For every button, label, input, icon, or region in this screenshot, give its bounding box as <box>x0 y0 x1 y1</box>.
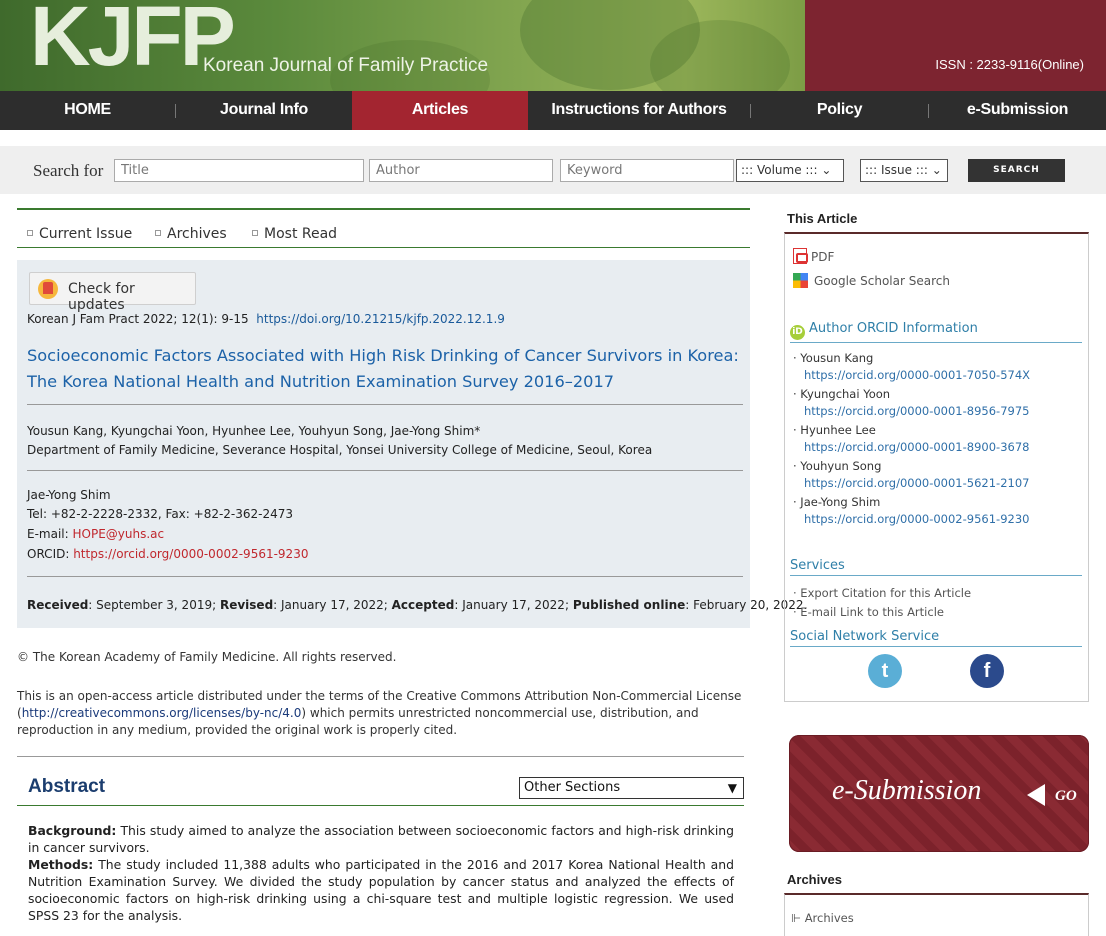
keyword-search-input[interactable] <box>560 159 734 182</box>
nav-policy[interactable]: Policy <box>751 91 928 130</box>
subnav-archives[interactable]: Archives <box>155 226 227 242</box>
orcid-author-name: · Yousun Kang <box>793 351 874 365</box>
google-scholar-icon <box>793 273 808 288</box>
article-title: Socioeconomic Factors Associated with Hi… <box>27 346 739 391</box>
license-text: This is an open-access article distribut… <box>17 689 742 737</box>
subnav-most-read[interactable]: Most Read <box>252 226 337 242</box>
chevron-down-icon: ▼ <box>727 781 737 795</box>
corresponding-orcid: ORCID: https://orcid.org/0000-0002-9561-… <box>27 547 309 561</box>
google-scholar-link[interactable]: Google Scholar Search <box>793 273 950 288</box>
check-updates-button[interactable]: Check for updates <box>29 272 196 313</box>
nav-instructions[interactable]: Instructions for Authors <box>528 91 750 130</box>
subnav-current-issue[interactable]: Current Issue <box>27 226 132 242</box>
orcid-author-link[interactable]: https://orcid.org/0000-0001-8956-7975 <box>804 404 1029 418</box>
main-nav: HOME Journal Info Articles Instructions … <box>0 91 1106 130</box>
orcid-author-name: · Kyungchai Yoon <box>793 387 891 401</box>
orcid-author-link[interactable]: https://orcid.org/0000-0001-7050-574X <box>804 368 1030 382</box>
nav-journal-info[interactable]: Journal Info <box>176 91 352 130</box>
corresponding-tel: Tel: +82-2-2228-2332, Fax: +82-2-362-247… <box>27 507 294 521</box>
nav-home[interactable]: HOME <box>0 91 175 130</box>
nav-articles[interactable]: Articles <box>352 91 528 130</box>
corresponding-name: Jae-Yong Shim <box>27 488 111 502</box>
export-citation-link[interactable]: · Export Citation for this Article <box>793 586 971 600</box>
orcid-author-name: · Jae-Yong Shim <box>793 495 881 509</box>
this-article-panel: PDF Google Scholar Search iD Author ORCID… <box>784 232 1089 702</box>
abstract-header: Abstract Other Sections ▼ <box>17 770 744 806</box>
license-link[interactable]: http://creativecommons.org/licenses/by-n… <box>22 706 302 720</box>
go-label: GO <box>1055 788 1077 804</box>
doi-link[interactable]: https://doi.org/10.21215/kjfp.2022.12.1.… <box>256 312 505 326</box>
nav-esubmission[interactable]: e-Submission <box>929 91 1106 130</box>
header-banner: KJFP Korean Journal of Family Practice I… <box>0 0 1106 91</box>
bullet-icon: ⊩ <box>791 911 805 925</box>
issue-select[interactable]: ::: Issue ::: ⌄ <box>860 159 948 182</box>
author-search-input[interactable] <box>369 159 553 182</box>
journal-name: Korean Journal of Family Practice <box>203 55 489 76</box>
services-title: Services <box>790 558 1082 576</box>
volume-select[interactable]: ::: Volume ::: ⌄ <box>736 159 844 182</box>
crossmark-icon <box>38 279 58 299</box>
abstract-body: Background: This study aimed to analyze … <box>28 823 734 923</box>
copyright-text: © The Korean Academy of Family Medicine.… <box>17 650 397 664</box>
article-affiliation: Department of Family Medicine, Severance… <box>27 443 653 457</box>
pdf-link[interactable]: PDF <box>793 248 834 264</box>
search-bar: Search for ::: Volume ::: ⌄ ::: Issue ::… <box>0 146 1106 194</box>
abstract-title: Abstract <box>28 776 106 797</box>
article-subnav: Current Issue Archives Most Read <box>17 208 750 248</box>
title-search-input[interactable] <box>114 159 364 182</box>
orcid-author-link[interactable]: https://orcid.org/0000-0001-5621-2107 <box>804 476 1029 490</box>
bullet-icon <box>252 230 258 236</box>
orcid-icon: iD <box>790 325 805 340</box>
orcid-author-name: · Youhyun Song <box>793 459 882 473</box>
archives-heading: Archives <box>787 872 842 887</box>
chevron-down-icon: ⌄ <box>821 163 832 177</box>
orcid-author-link[interactable]: https://orcid.org/0000-0002-9561-9230 <box>804 512 1029 526</box>
pdf-icon <box>793 248 808 264</box>
archives-link[interactable]: ⊩ Archives <box>791 911 854 925</box>
facebook-icon[interactable]: f <box>970 654 1004 688</box>
orcid-link[interactable]: https://orcid.org/0000-0002-9561-9230 <box>73 547 308 561</box>
issn-label: ISSN : 2233-9116(Online) <box>935 57 1084 72</box>
search-button[interactable]: SEARCH <box>968 159 1065 182</box>
bullet-icon <box>155 230 161 236</box>
esubmission-banner[interactable]: e-Submission GO <box>789 735 1089 852</box>
twitter-icon[interactable]: t <box>868 654 902 688</box>
chevron-down-icon: ⌄ <box>931 163 942 177</box>
email-link[interactable]: HOPE@yuhs.ac <box>72 527 164 541</box>
email-link-article[interactable]: · E-mail Link to this Article <box>793 605 944 619</box>
corresponding-email: E-mail: HOPE@yuhs.ac <box>27 527 165 541</box>
citation-line: Korean J Fam Pract 2022; 12(1): 9-15 htt… <box>27 312 505 326</box>
search-label: Search for <box>33 161 104 180</box>
other-sections-select[interactable]: Other Sections ▼ <box>519 777 744 799</box>
orcid-author-name: · Hyunhee Lee <box>793 423 876 437</box>
orcid-author-link[interactable]: https://orcid.org/0000-0001-8900-3678 <box>804 440 1029 454</box>
bullet-icon <box>27 230 33 236</box>
orcid-section-title: iD Author ORCID Information <box>790 321 1082 343</box>
social-network-title: Social Network Service <box>790 629 1082 647</box>
archives-panel: ⊩ Archives <box>784 893 1089 936</box>
arrow-left-icon <box>1027 784 1045 806</box>
article-dates: Received: September 3, 2019; Revised: Ja… <box>27 598 808 612</box>
article-info-box: Check for updates Korean J Fam Pract 202… <box>17 260 807 628</box>
esubmission-label: e-Submission <box>832 775 982 806</box>
article-authors: Yousun Kang, Kyungchai Yoon, Hyunhee Lee… <box>27 424 481 438</box>
this-article-heading: This Article <box>787 211 858 226</box>
